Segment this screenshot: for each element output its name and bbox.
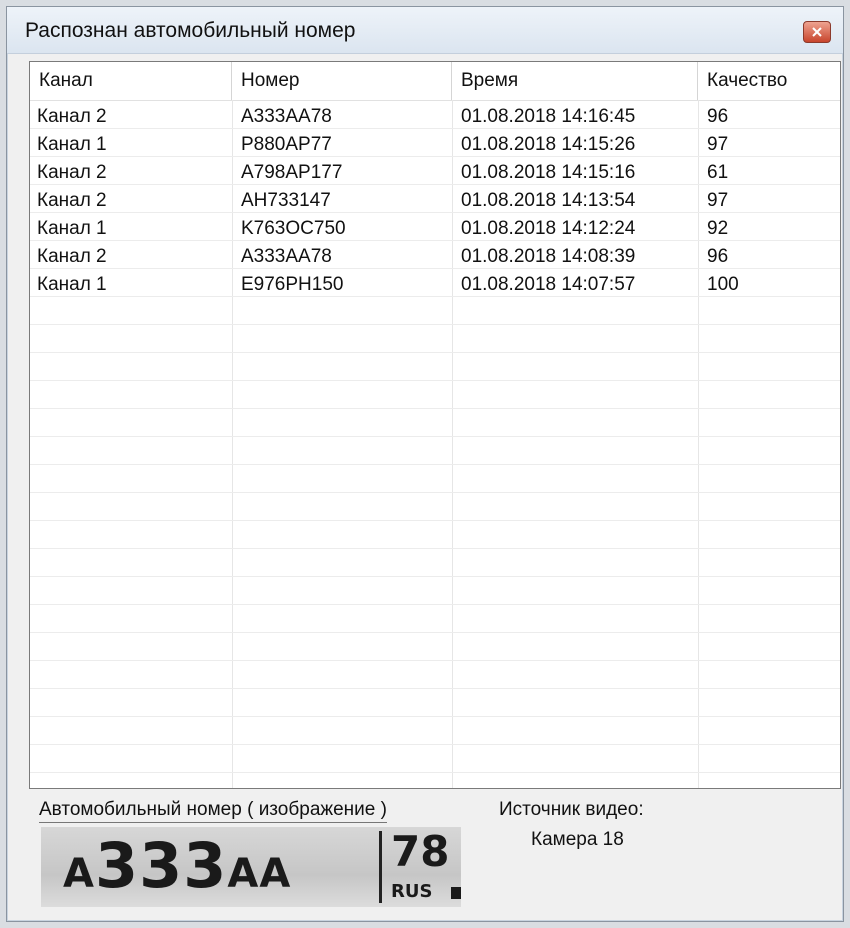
row-gridline	[30, 324, 840, 325]
row-gridline	[30, 744, 840, 745]
cell-number: K763OC750	[241, 218, 346, 239]
list-header: Канал Номер Время Качество	[30, 62, 840, 101]
details-panel: Автомобильный номер ( изображение ) A333…	[29, 789, 839, 913]
row-gridline	[30, 352, 840, 353]
row-gridline	[30, 576, 840, 577]
table-row[interactable]: Канал 2 AH733147 01.08.2018 14:13:54 97	[30, 188, 840, 216]
table-row[interactable]: Канал 2 A798AP177 01.08.2018 14:15:16 61	[30, 160, 840, 188]
row-gridline	[30, 660, 840, 661]
cell-quality: 97	[707, 190, 729, 211]
row-gridline	[30, 548, 840, 549]
column-header-number[interactable]: Номер	[232, 62, 452, 100]
cell-number: AH733147	[241, 190, 331, 211]
title-bar[interactable]: Распознан автомобильный номер	[7, 7, 843, 54]
plate-region: 78	[391, 827, 450, 876]
cell-quality: 97	[707, 134, 729, 155]
cell-channel: Канал 2	[37, 106, 107, 127]
cell-quality: 61	[707, 162, 729, 183]
cell-time: 01.08.2018 14:12:24	[461, 218, 636, 239]
cell-channel: Канал 2	[37, 162, 107, 183]
cell-channel: Канал 2	[37, 246, 107, 267]
plate-letters: AA	[227, 851, 292, 897]
cell-number: A798AP177	[241, 162, 343, 183]
recognition-list[interactable]: Канал Номер Время Качество Канал 2 A333A…	[29, 61, 841, 789]
cell-channel: Канал 2	[37, 190, 107, 211]
plate-series-letter: A	[63, 851, 95, 897]
column-header-quality[interactable]: Качество	[698, 62, 840, 100]
column-header-time[interactable]: Время	[452, 62, 698, 100]
cell-time: 01.08.2018 14:08:39	[461, 246, 636, 267]
cell-time: 01.08.2018 14:15:16	[461, 162, 636, 183]
cell-time: 01.08.2018 14:07:57	[461, 274, 636, 295]
plate-digits: 333	[94, 829, 228, 902]
plate-country: RUS	[391, 881, 433, 902]
row-gridline	[30, 464, 840, 465]
recognized-plate-window: Распознан автомобильный номер Канал Номе…	[6, 6, 844, 922]
flag-icon	[451, 887, 461, 899]
table-row[interactable]: Канал 1 E976PH150 01.08.2018 14:07:57 10…	[30, 272, 840, 300]
cell-channel: Канал 1	[37, 218, 107, 239]
cell-number: P880AP77	[241, 134, 332, 155]
plate-image-label: Автомобильный номер ( изображение )	[39, 799, 387, 823]
cell-quality: 96	[707, 106, 729, 127]
row-gridline	[30, 604, 840, 605]
cell-quality: 92	[707, 218, 729, 239]
cell-channel: Канал 1	[37, 274, 107, 295]
cell-quality: 100	[707, 274, 739, 295]
row-gridline	[30, 688, 840, 689]
window-title: Распознан автомобильный номер	[25, 19, 356, 42]
row-gridline	[30, 632, 840, 633]
plate-image: A333AA 78 RUS	[41, 827, 461, 907]
cell-time: 01.08.2018 14:16:45	[461, 106, 636, 127]
column-header-channel[interactable]: Канал	[30, 62, 232, 100]
cell-number: A333AA78	[241, 106, 332, 127]
plate-main-text: A333AA	[63, 829, 291, 902]
row-gridline	[30, 436, 840, 437]
close-icon	[812, 27, 822, 37]
cell-number: A333AA78	[241, 246, 332, 267]
row-gridline	[30, 408, 840, 409]
table-row[interactable]: Канал 2 A333AA78 01.08.2018 14:08:39 96	[30, 244, 840, 272]
row-gridline	[30, 492, 840, 493]
row-gridline	[30, 716, 840, 717]
close-button[interactable]	[803, 21, 831, 43]
row-gridline	[30, 520, 840, 521]
row-gridline	[30, 772, 840, 773]
cell-time: 01.08.2018 14:15:26	[461, 134, 636, 155]
table-row[interactable]: Канал 2 A333AA78 01.08.2018 14:16:45 96	[30, 104, 840, 132]
cell-channel: Канал 1	[37, 134, 107, 155]
plate-separator	[379, 831, 382, 903]
table-row[interactable]: Канал 1 K763OC750 01.08.2018 14:12:24 92	[30, 216, 840, 244]
cell-quality: 96	[707, 246, 729, 267]
video-source-label: Источник видео:	[499, 799, 644, 820]
table-row[interactable]: Канал 1 P880AP77 01.08.2018 14:15:26 97	[30, 132, 840, 160]
cell-number: E976PH150	[241, 274, 344, 295]
cell-time: 01.08.2018 14:13:54	[461, 190, 636, 211]
row-gridline	[30, 380, 840, 381]
video-source-value: Камера 18	[531, 829, 624, 850]
